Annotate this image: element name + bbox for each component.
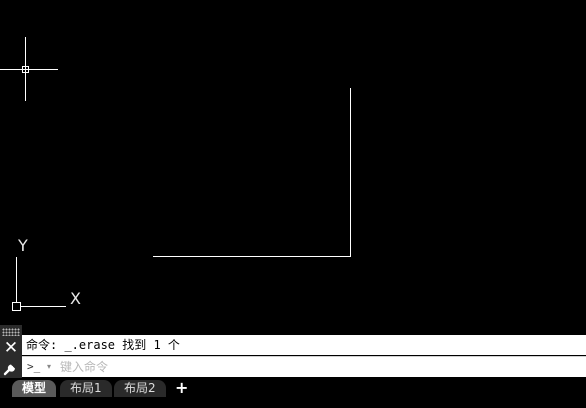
- tab-layout1[interactable]: 布局1: [60, 380, 112, 397]
- drawing-svg: [0, 37, 351, 311]
- tab-layout2[interactable]: 布局2: [114, 380, 166, 397]
- ucs-y-label: Y: [18, 236, 28, 255]
- recent-commands-dropdown-icon[interactable]: ▾: [47, 359, 51, 375]
- cad-application: Y X ✕ 命令: _.erase 找到 1 个 >_ ▾ 模型 布局1 布局2…: [0, 0, 586, 408]
- add-layout-button[interactable]: +: [175, 379, 188, 397]
- ucs-origin-box: [12, 302, 21, 311]
- drawn-polyline[interactable]: [153, 88, 351, 257]
- wrench-icon[interactable]: [2, 359, 20, 377]
- command-line-toolbar: ✕: [0, 325, 22, 378]
- layout-tab-bar: 模型 布局1 布局2 +: [0, 378, 586, 408]
- command-line-window: ✕ 命令: _.erase 找到 1 个 >_ ▾: [0, 325, 586, 378]
- ucs-x-label: X: [70, 289, 81, 308]
- command-prompt-icon[interactable]: >_: [27, 359, 40, 375]
- command-history-line: 命令: _.erase 找到 1 个: [22, 335, 586, 355]
- ucs-icon: [12, 257, 66, 311]
- wrench-icon-svg: [3, 364, 15, 376]
- drawing-canvas[interactable]: Y X: [0, 0, 586, 325]
- command-input[interactable]: [60, 358, 580, 375]
- tab-model[interactable]: 模型: [12, 380, 57, 397]
- grip-handle-icon[interactable]: [2, 328, 20, 336]
- command-input-row: >_ ▾: [22, 356, 586, 377]
- close-icon[interactable]: ✕: [2, 339, 20, 357]
- crosshair-cursor: [0, 37, 58, 101]
